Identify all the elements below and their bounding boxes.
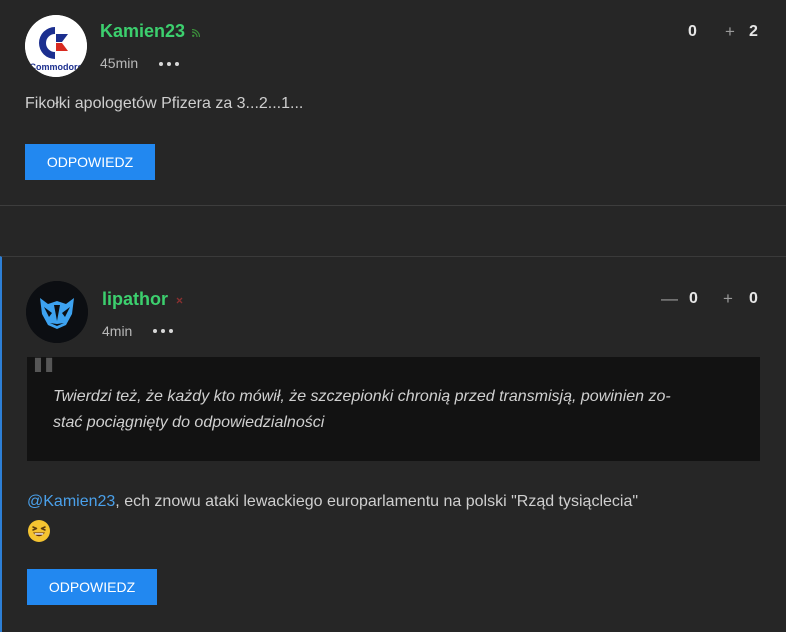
more-options-icon[interactable] (153, 329, 173, 333)
upvote-button[interactable]: + (725, 22, 735, 42)
upvote-count: 0 (749, 290, 758, 307)
commodore-logo-icon: Commodore (25, 15, 87, 77)
downvote-count: 0 (689, 290, 698, 307)
avatar[interactable]: Commodore (25, 15, 87, 77)
more-options-icon[interactable] (159, 62, 179, 66)
quote-line: stać pociągnięty do odpowiedzialności (53, 414, 325, 431)
reply-button[interactable]: ODPOWIEDZ (27, 569, 157, 605)
dot-icon (176, 297, 183, 306)
upvote-count: 2 (749, 23, 758, 40)
rss-icon (191, 28, 201, 39)
username[interactable]: Kamien23 (100, 21, 185, 42)
avatar[interactable] (26, 281, 88, 343)
downvote-count: 0 (688, 23, 697, 40)
mention-link[interactable]: @Kamien23 (27, 493, 115, 510)
avatar-logo-text: Commodore (29, 62, 82, 72)
quote-text: Twierdzi też, że każdy kto mówił, że szc… (53, 384, 743, 436)
username[interactable]: lipathor (102, 289, 168, 310)
quote-line: Twierdzi też, że każdy kto mówił, że szc… (53, 388, 671, 405)
reply-button[interactable]: ODPOWIEDZ (25, 144, 155, 180)
laughing-emoji-icon (27, 519, 51, 543)
comment-time[interactable]: 4min (102, 323, 132, 339)
comment-body: @Kamien23, ech znowu ataki lewackiego eu… (27, 489, 747, 515)
comment-body: Fikołki apologetów Pfizera za 3...2...1.… (25, 95, 304, 112)
upvote-button[interactable]: + (723, 289, 733, 309)
downvote-button[interactable]: — (661, 289, 678, 309)
comments-page: Commodore Kamien23 45min 0 + 2 Fikołki a… (0, 0, 786, 632)
comment-kamien23: Commodore Kamien23 45min 0 + 2 Fikołki a… (0, 0, 786, 205)
comment-time[interactable]: 45min (100, 55, 138, 71)
comment-body-text: , ech znowu ataki lewackiego europarlame… (115, 493, 639, 510)
wolf-logo-icon (26, 281, 88, 343)
comment-divider (0, 205, 786, 206)
quote-block: " Twierdzi też, że każdy kto mówił, że s… (27, 348, 760, 461)
